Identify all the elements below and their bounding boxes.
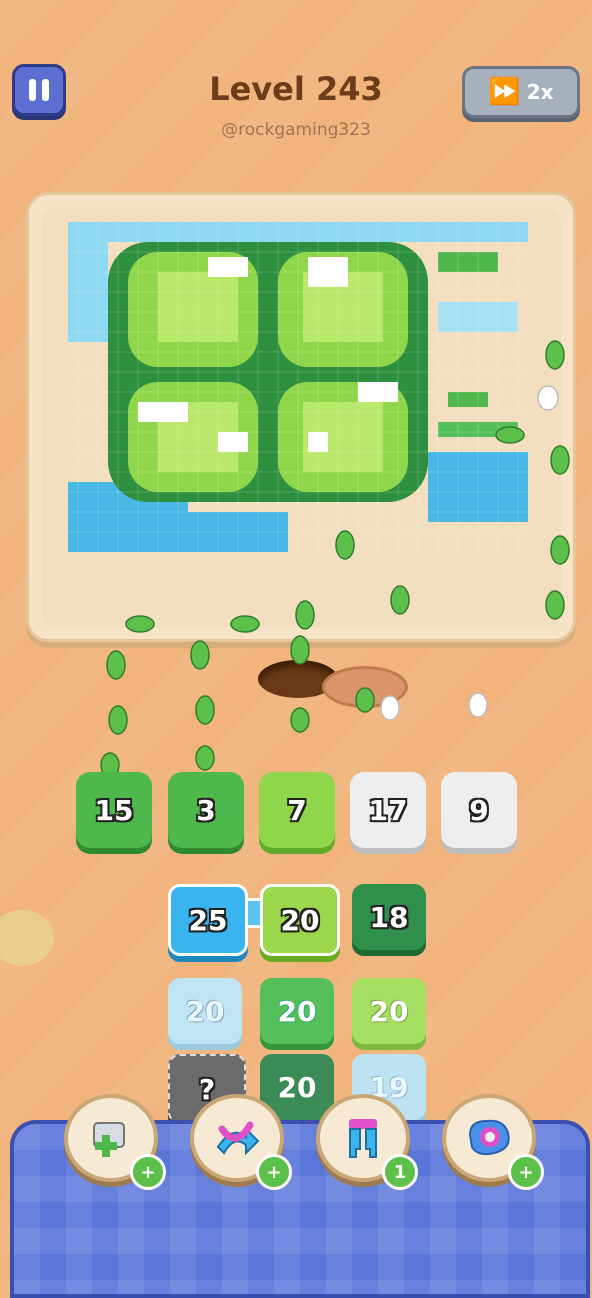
- slot-1: 15: [76, 772, 152, 848]
- ant: [380, 695, 400, 721]
- shuffle-icon: [216, 1121, 260, 1156]
- booster-count-badge: 1: [382, 1154, 418, 1190]
- ant: [545, 590, 565, 620]
- ant: [495, 426, 525, 444]
- ant: [355, 687, 375, 713]
- ant: [290, 707, 310, 733]
- booster-badge: +: [256, 1154, 292, 1190]
- grid-cell[interactable]: 20: [260, 884, 340, 956]
- slot-2: 3: [168, 772, 244, 848]
- grid-cell: 20: [260, 978, 334, 1044]
- ant: [550, 535, 570, 565]
- paint-icon: [468, 1119, 510, 1156]
- ants-layer: [100, 340, 570, 778]
- add-slot-booster[interactable]: +: [64, 1094, 166, 1190]
- ant: [125, 615, 155, 633]
- ant: [550, 445, 570, 475]
- booster-badge: +: [508, 1154, 544, 1190]
- grid-cell[interactable]: 25: [168, 884, 248, 956]
- grid-cell[interactable]: 18: [352, 884, 426, 950]
- ant: [390, 585, 410, 615]
- ant: [195, 745, 215, 771]
- ant: [108, 705, 128, 735]
- ant: [537, 385, 559, 411]
- magnet-booster[interactable]: 1: [316, 1094, 418, 1190]
- magnet-icon: [349, 1119, 377, 1158]
- ant: [195, 695, 215, 725]
- paint-booster[interactable]: +: [442, 1094, 544, 1190]
- ant: [230, 615, 260, 633]
- slot-5: 9: [441, 772, 517, 848]
- shuffle-booster[interactable]: +: [190, 1094, 292, 1190]
- collector-slots: 15 3 7 17 9: [76, 772, 517, 854]
- add-slot-icon: [93, 1122, 125, 1157]
- ant: [190, 640, 210, 670]
- block-grid: 25 20 18 20 20 20 ? 20 19: [168, 884, 428, 1124]
- booster-badge: +: [130, 1154, 166, 1190]
- slot-3: 7: [259, 772, 335, 848]
- ant: [290, 635, 310, 665]
- ant: [295, 600, 315, 630]
- ant: [106, 650, 126, 680]
- slot-4: 17: [350, 772, 426, 848]
- grid-cell: 20: [168, 978, 242, 1044]
- grid-cell: 20: [352, 978, 426, 1044]
- ant: [468, 692, 488, 718]
- ant: [545, 340, 565, 370]
- ant: [335, 530, 355, 560]
